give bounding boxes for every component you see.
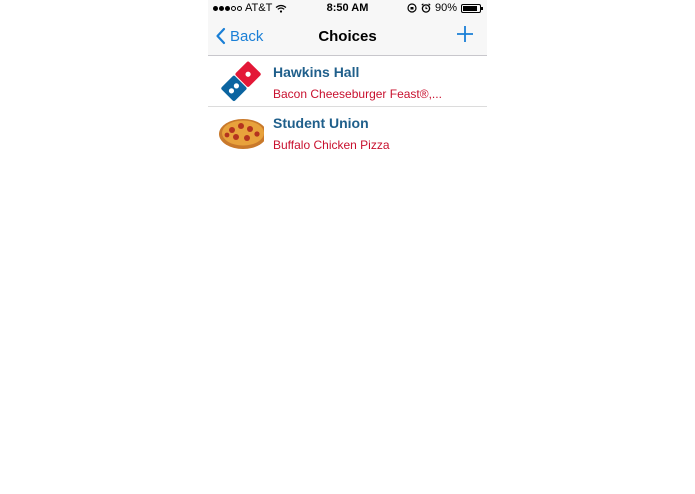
dominos-logo-icon bbox=[219, 61, 264, 103]
navigation-bar: Back Choices bbox=[208, 18, 487, 56]
status-bar: AT&T 8:50 AM 90% bbox=[208, 0, 487, 18]
list-item[interactable]: Student Union Buffalo Chicken Pizza bbox=[208, 107, 487, 158]
choice-subtitle: Buffalo Chicken Pizza bbox=[273, 138, 390, 152]
page-title: Choices bbox=[318, 28, 377, 45]
choice-title: Hawkins Hall bbox=[273, 64, 360, 80]
pizza-image-icon bbox=[219, 112, 267, 154]
choices-list: Hawkins Hall Bacon Cheeseburger Feast®,.… bbox=[208, 56, 487, 158]
battery-percent: 90% bbox=[434, 2, 457, 14]
plus-icon bbox=[457, 26, 473, 42]
add-button[interactable] bbox=[455, 24, 475, 49]
alarm-icon bbox=[421, 3, 431, 13]
choice-subtitle: Bacon Cheeseburger Feast®,... bbox=[273, 87, 442, 101]
choice-title: Student Union bbox=[273, 115, 369, 131]
status-right: 90% bbox=[407, 2, 483, 14]
battery-icon bbox=[461, 3, 483, 13]
phone-screen: AT&T 8:50 AM 90% Back Choices Hawkins Ha… bbox=[208, 0, 487, 494]
rotation-lock-icon bbox=[407, 3, 417, 13]
list-item[interactable]: Hawkins Hall Bacon Cheeseburger Feast®,.… bbox=[208, 56, 487, 107]
